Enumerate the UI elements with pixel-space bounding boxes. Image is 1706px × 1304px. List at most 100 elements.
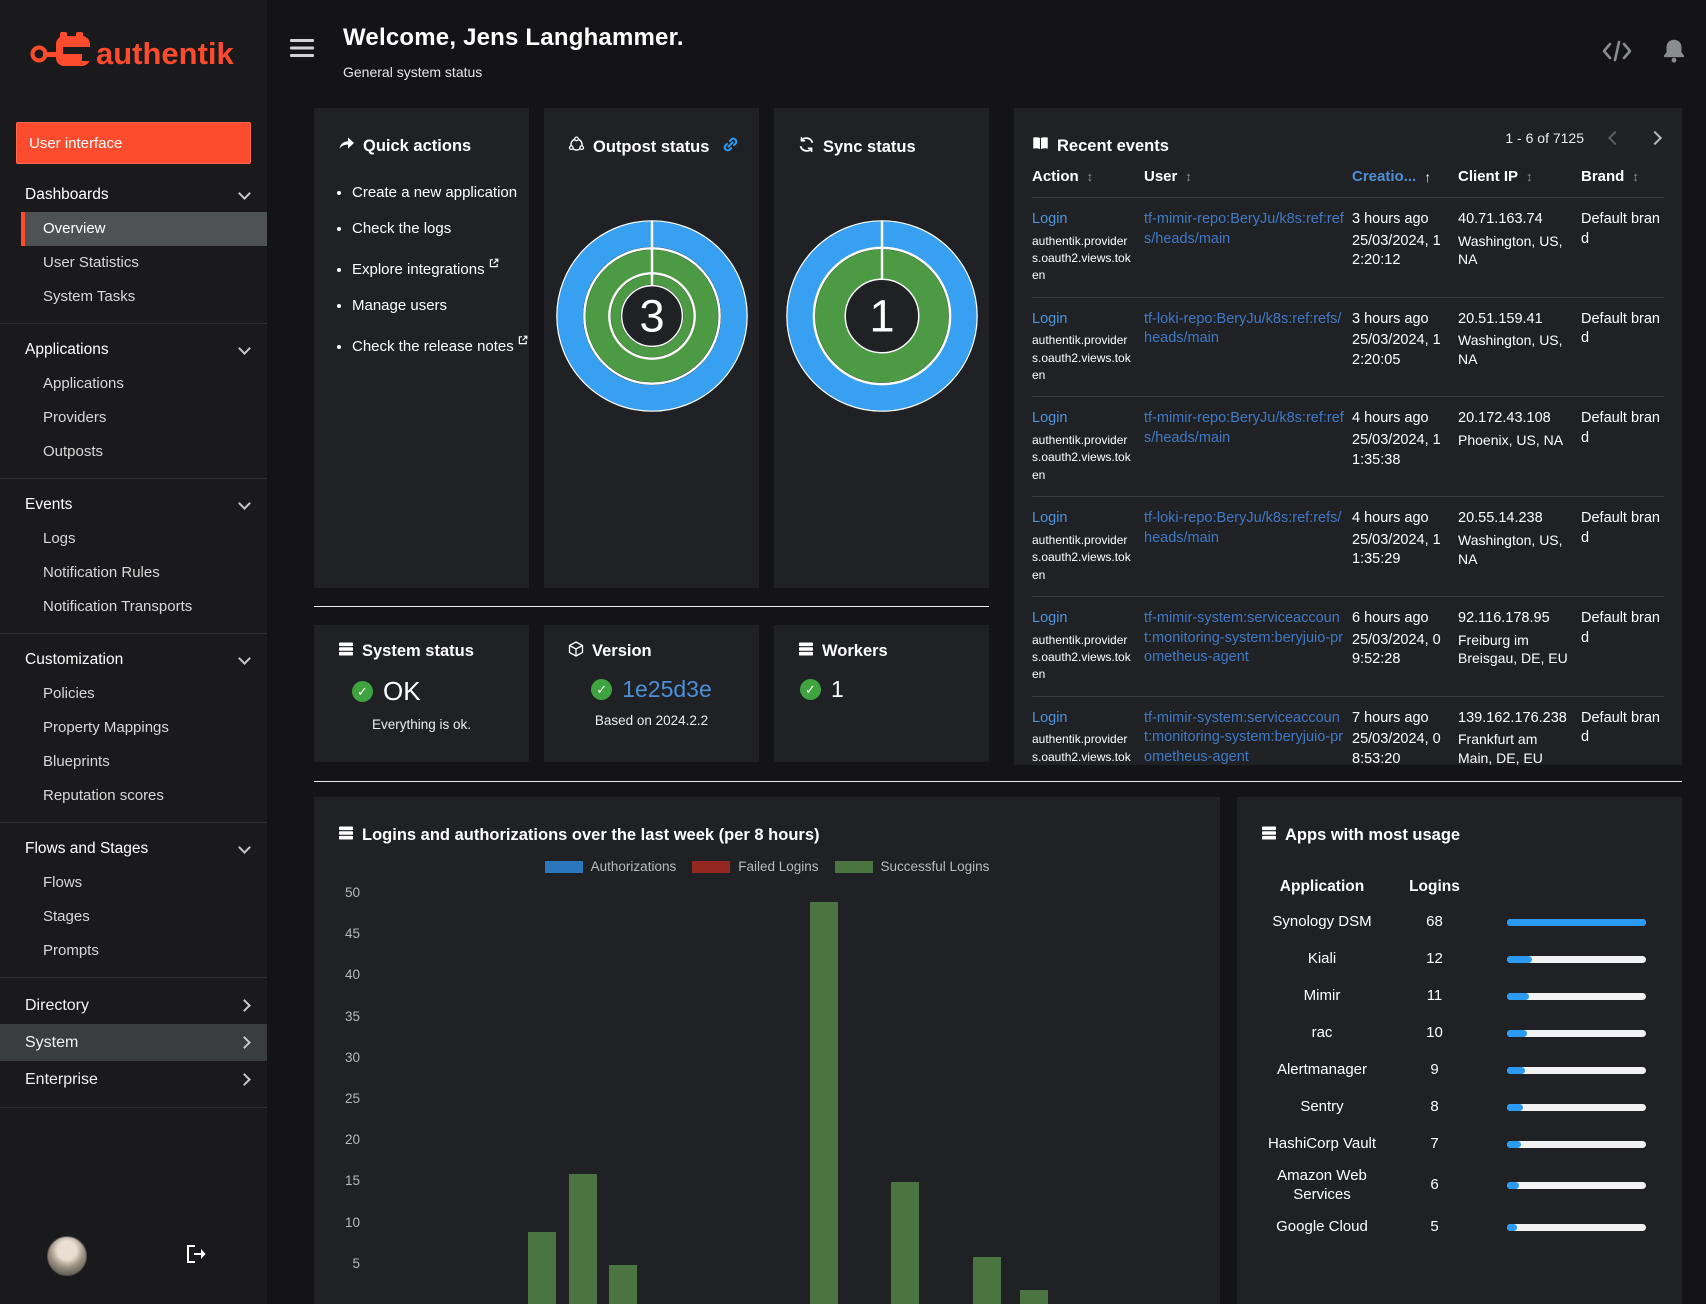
apps-usage-card: Apps with most usage Application Logins … [1237,797,1682,1304]
sidebar-item-blueprints[interactable]: Blueprints [21,745,267,779]
event-user-link[interactable]: tf-mimir-system:serviceaccount:monitorin… [1144,609,1344,668]
event-action-cell: Login authentik.providers.oauth2.views.to… [1032,609,1136,684]
logout-icon[interactable] [185,1244,207,1269]
sidebar-item-system-tasks[interactable]: System Tasks [21,280,267,314]
event-datetime: 25/03/2024, 12:20:05 [1352,332,1441,368]
column-header-user[interactable]: User ↕ [1144,168,1344,185]
column-label[interactable]: Brand [1581,168,1624,185]
event-user-link[interactable]: tf-loki-repo:BeryJu/k8s:ref:refs/heads/m… [1144,310,1344,349]
sort-icon[interactable]: ↕ [1087,169,1094,184]
apps-col-application: Application [1279,878,1365,896]
quick-action-check-the-logs[interactable]: Check the logs [352,218,529,241]
sort-ascending-icon[interactable]: ↑ [1424,169,1431,185]
event-user-link[interactable]: tf-mimir-repo:BeryJu/k8s:ref:refs/heads/… [1144,409,1344,448]
event-user-link[interactable]: tf-loki-repo:BeryJu/k8s:ref:refs/heads/m… [1144,509,1344,548]
event-creation-cell: 4 hours ago 25/03/2024, 11:35:29 [1352,509,1450,584]
legend-swatch [834,860,873,873]
nav-section-dashboards[interactable]: Dashboards [0,178,267,212]
app-usage-progress-fill [1507,919,1646,926]
sidebar-item-logs[interactable]: Logs [21,522,267,556]
section-divider [314,781,1682,782]
sidebar-item-outposts[interactable]: Outposts [21,435,267,469]
column-label[interactable]: Action [1032,168,1079,185]
column-label[interactable]: Creatio... [1352,168,1416,185]
quick-action-create-a-new-application[interactable]: Create a new application [352,182,529,205]
hamburger-menu-icon[interactable] [290,38,314,63]
column-header-brand[interactable]: Brand ↕ [1581,168,1664,185]
sidebar-item-notification-transports[interactable]: Notification Transports [21,590,267,624]
outpost-link-icon[interactable] [723,137,738,157]
user-interface-button[interactable]: User interface [16,122,251,164]
event-location: Washington, US, NA [1458,531,1563,567]
sort-icon[interactable]: ↕ [1632,169,1639,184]
event-action-link[interactable]: Login [1032,509,1136,529]
quick-action-explore-integrations[interactable]: Explore integrations [352,253,529,282]
y-axis-tick: 40 [344,967,360,983]
sync-donut-chart: 1 [774,218,989,414]
event-clientip-cell: 20.51.159.41 Washington, US, NA [1458,310,1573,385]
version-title: Version [592,642,652,660]
event-action-link[interactable]: Login [1032,210,1136,230]
app-name: rac [1311,1024,1333,1042]
column-label[interactable]: User [1144,168,1177,185]
y-axis-tick: 10 [344,1214,360,1230]
column-header-action[interactable]: Action ↕ [1032,168,1136,185]
recent-events-title: Recent events [1057,136,1169,155]
sidebar-item-prompts[interactable]: Prompts [21,934,267,968]
sidebar-item-user-statistics[interactable]: User Statistics [21,246,267,280]
chevron-down-icon [238,187,251,200]
app-usage-row: HashiCorp Vault 7 [1257,1126,1658,1163]
app-logins-count: 10 [1426,1024,1443,1042]
sort-icon[interactable]: ↕ [1185,169,1192,184]
event-user-link[interactable]: tf-mimir-repo:BeryJu/k8s:ref:refs/heads/… [1144,210,1344,249]
column-header-client-ip[interactable]: Client IP ↕ [1458,168,1573,185]
server-icon [338,641,354,662]
version-value[interactable]: 1e25d3e [622,676,712,703]
sidebar-item-flows[interactable]: Flows [21,866,267,900]
sidebar-item-reputation-scores[interactable]: Reputation scores [21,779,267,813]
event-brand-cell: Default brand [1581,211,1660,247]
quick-action-manage-users[interactable]: Manage users [352,295,529,318]
event-rel-time: 7 hours ago [1352,709,1429,726]
nav-section-customization[interactable]: Customization [0,643,267,677]
nav-divider [0,822,267,823]
event-location: Phoenix, US, NA [1458,432,1564,449]
avatar[interactable] [47,1236,87,1276]
column-label[interactable]: Client IP [1458,168,1518,185]
api-code-icon[interactable] [1602,39,1632,68]
event-rel-time: 4 hours ago [1352,410,1429,427]
sidebar-item-directory[interactable]: Directory [0,987,267,1024]
event-action-link[interactable]: Login [1032,609,1136,629]
sidebar-item-notification-rules[interactable]: Notification Rules [21,556,267,590]
event-action-link[interactable]: Login [1032,409,1136,429]
legend-label: Authorizations [590,859,677,874]
notifications-bell-icon[interactable] [1662,38,1686,69]
app-logins-count: 68 [1426,913,1443,931]
sidebar-item-applications[interactable]: Applications [21,367,267,401]
sidebar-item-property-mappings[interactable]: Property Mappings [21,711,267,745]
nav-section-applications[interactable]: Applications [0,333,267,367]
app-usage-row: Alertmanager 9 [1257,1052,1658,1089]
legend-swatch [544,860,583,873]
sync-icon [798,136,815,158]
sidebar-item-policies[interactable]: Policies [21,677,267,711]
system-status-card: System status ✓ OK Everything is ok. [314,625,529,762]
sidebar-item-system[interactable]: System [0,1024,267,1061]
app-usage-row: Mimir 11 [1257,978,1658,1015]
event-user-link[interactable]: tf-mimir-system:serviceaccount:monitorin… [1144,709,1344,765]
sidebar-item-providers[interactable]: Providers [21,401,267,435]
app-name: HashiCorp Vault [1267,1135,1377,1153]
nav-section-label: Dashboards [25,186,109,203]
nav-section-events[interactable]: Events [0,488,267,522]
sidebar-item-stages[interactable]: Stages [21,900,267,934]
quick-action-check-the-release-notes[interactable]: Check the release notes [352,330,529,359]
event-action-link[interactable]: Login [1032,310,1136,330]
column-header-creatio[interactable]: Creatio... ↑ [1352,168,1450,185]
sidebar-item-enterprise[interactable]: Enterprise [0,1061,267,1098]
event-action-link[interactable]: Login [1032,709,1136,729]
sort-icon[interactable]: ↕ [1526,169,1533,184]
nav-section-flows-and-stages[interactable]: Flows and Stages [0,832,267,866]
pagination-prev-icon[interactable] [1607,130,1623,146]
sidebar-item-overview[interactable]: Overview [21,212,267,246]
pagination-next-icon[interactable] [1647,130,1663,146]
